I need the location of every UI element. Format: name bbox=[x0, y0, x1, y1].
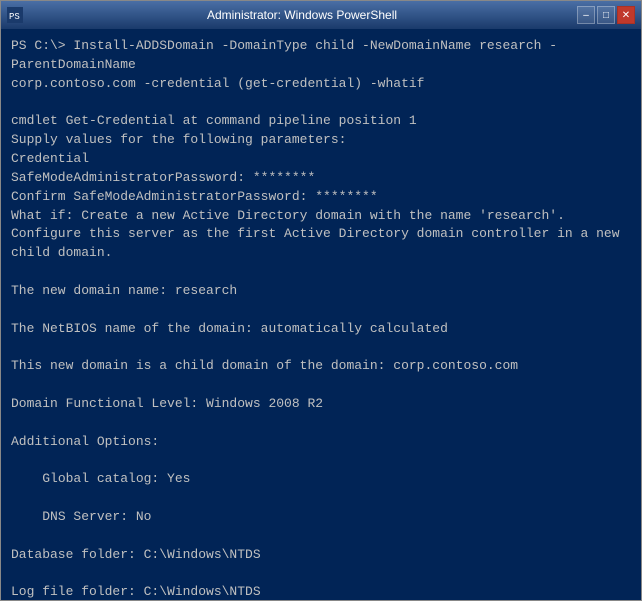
restore-button[interactable]: □ bbox=[597, 6, 615, 24]
terminal-content[interactable]: PS C:\> Install-ADDSDomain -DomainType c… bbox=[1, 29, 641, 600]
window-controls: – □ ✕ bbox=[577, 6, 635, 24]
terminal-text: PS C:\> Install-ADDSDomain -DomainType c… bbox=[11, 37, 631, 600]
title-bar: PS Administrator: Windows PowerShell – □… bbox=[1, 1, 641, 29]
powershell-window: PS Administrator: Windows PowerShell – □… bbox=[0, 0, 642, 601]
close-button[interactable]: ✕ bbox=[617, 6, 635, 24]
minimize-button[interactable]: – bbox=[577, 6, 595, 24]
svg-text:PS: PS bbox=[9, 12, 20, 22]
window-icon: PS bbox=[7, 7, 23, 23]
window-title: Administrator: Windows PowerShell bbox=[27, 8, 577, 22]
